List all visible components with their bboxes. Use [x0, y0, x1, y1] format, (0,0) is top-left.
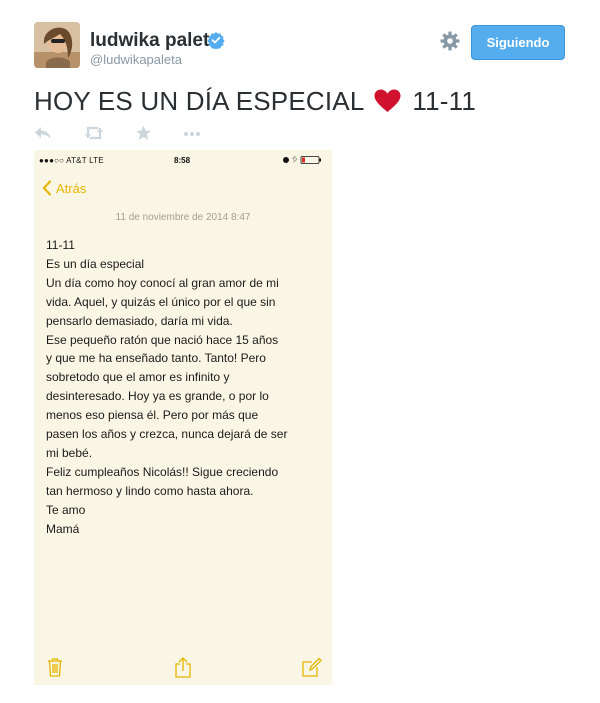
- note-line: Feliz cumpleaños Nicolás!! Sigue crecien…: [46, 464, 279, 479]
- note-line: Mamá: [46, 521, 80, 536]
- tweet-text: HOY ES UN DÍA ESPECIAL 11-11: [34, 86, 476, 117]
- back-label: Atrás: [56, 180, 87, 196]
- avatar-photo: [34, 22, 80, 68]
- note-line: desinteresado. Hoy ya es grande, o por l…: [46, 389, 269, 404]
- note-line: 11-11: [46, 238, 75, 252]
- status-icons: [283, 155, 321, 164]
- bluetooth-icon: [291, 155, 298, 163]
- note-line: Ese pequeño ratón que nació hace 15 años: [46, 332, 279, 347]
- clock-time: 8:58: [174, 156, 191, 165]
- note-line: Te amo: [46, 502, 86, 517]
- phone-status-bar: ●●●○○ AT&T LTE 8:58: [34, 150, 332, 170]
- share-icon[interactable]: [174, 657, 192, 678]
- gear-icon[interactable]: [440, 31, 460, 51]
- lock-rotation-icon: [283, 157, 289, 163]
- author-handle[interactable]: @ludwikapaleta: [90, 52, 182, 67]
- more-icon[interactable]: [182, 125, 202, 141]
- favorite-icon[interactable]: [135, 125, 152, 141]
- note-line: menos eso piensa él. Pero por más que: [46, 408, 259, 423]
- notes-screenshot: ●●●○○ AT&T LTE 8:58 Atrás 11 de noviembr…: [34, 150, 332, 685]
- back-button[interactable]: Atrás: [42, 180, 86, 196]
- tweet-text-main: HOY ES UN DÍA ESPECIAL: [34, 86, 364, 116]
- note-line: vida. Aquel, y quizás el único por el qu…: [46, 294, 276, 309]
- tweet-text-date: 11-11: [412, 86, 477, 116]
- note-line: tan hermoso y lindo como hasta ahora.: [46, 483, 254, 498]
- author-name[interactable]: ludwika paleta: [90, 30, 220, 52]
- note-line: pensarlo demasiado, daría mi vida.: [46, 313, 233, 328]
- compose-icon[interactable]: [302, 657, 322, 677]
- retweet-icon[interactable]: [84, 125, 104, 141]
- note-date: 11 de noviembre de 2014 8:47: [115, 212, 251, 223]
- note-line: Es un día especial: [46, 256, 145, 271]
- note-line: Un día como hoy conocí al gran amor de m…: [46, 275, 279, 290]
- heart-emoji-icon: [374, 89, 401, 112]
- chevron-left-icon: [42, 180, 52, 196]
- note-line: sobretodo que el amor es infinito y: [46, 370, 230, 385]
- reply-icon[interactable]: [34, 125, 52, 141]
- trash-icon[interactable]: [47, 657, 63, 677]
- carrier-label: ●●●○○ AT&T LTE: [39, 156, 104, 165]
- note-line: y que me ha enseñado tanto. Tanto! Pero: [46, 351, 266, 366]
- note-line: mi bebé.: [46, 445, 93, 460]
- note-line: pasen los años y crezca, nunca dejará de…: [46, 427, 288, 442]
- following-button[interactable]: Siguiendo: [471, 25, 565, 60]
- avatar[interactable]: [34, 22, 80, 68]
- verified-badge-icon: [207, 32, 225, 49]
- note-body: 11-11 Es un día especial Un día como hoy c…: [46, 236, 326, 539]
